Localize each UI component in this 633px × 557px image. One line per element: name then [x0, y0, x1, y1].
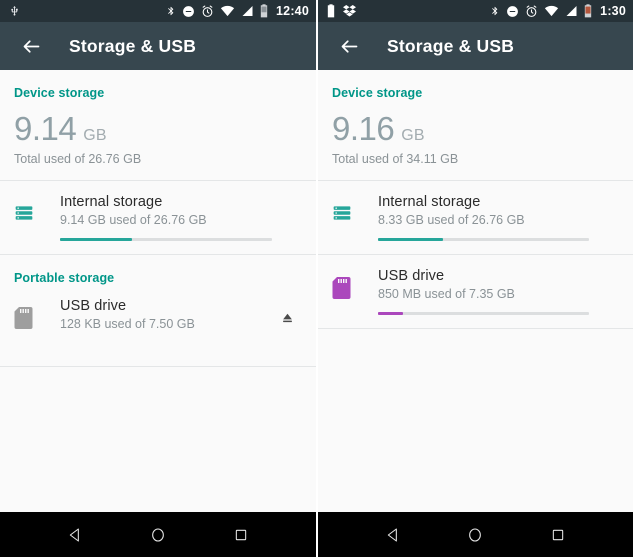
list-item-subtitle: 8.33 GB used of 26.76 GB: [378, 213, 525, 227]
list-item-title: USB drive: [378, 268, 445, 284]
list-item-title: Internal storage: [378, 194, 481, 210]
recents-square-icon: [235, 529, 246, 540]
battery-icon: [260, 4, 268, 18]
list-item-subtitle: 9.14 GB used of 26.76 GB: [60, 213, 207, 227]
battery-icon: [584, 4, 592, 18]
phone-screen-left: 12:40 Storage & USB Device storage 9.14 …: [0, 0, 316, 557]
sd-card-icon: [14, 307, 33, 329]
storage-used-unit: GB: [83, 127, 107, 144]
row-icon-wrap: [14, 194, 42, 223]
device-storage-header: Device storage: [14, 86, 105, 100]
signal-icon: [566, 6, 577, 16]
wifi-icon: [220, 5, 235, 17]
nav-back-button[interactable]: [55, 515, 95, 555]
phone-screen-right: 1:30 Storage & USB Device storage 9.16 G…: [316, 0, 633, 557]
wifi-icon: [545, 5, 559, 17]
storage-progress-bar: [378, 312, 589, 315]
status-bar-clock: 12:40: [276, 4, 309, 18]
alarm-icon: [202, 5, 213, 17]
nav-home-button[interactable]: [455, 515, 495, 555]
row-body: Internal storage 8.33 GB used of 26.76 G…: [360, 194, 589, 241]
list-divider: [318, 328, 633, 329]
eject-icon: [282, 313, 292, 323]
back-button[interactable]: [332, 29, 366, 63]
row-body: USB drive 850 MB used of 7.35 GB: [360, 268, 589, 315]
alarm-icon: [526, 5, 537, 17]
row-icon-wrap: [332, 268, 360, 299]
storage-used-unit: GB: [401, 127, 425, 144]
content-area-right: Device storage 9.16 GB Total used of 34.…: [318, 70, 633, 512]
usb-icon: [11, 5, 18, 16]
recents-square-icon: [552, 529, 564, 540]
dual-screenshot-container: 12:40 Storage & USB Device storage 9.14 …: [0, 0, 633, 557]
list-divider: [0, 366, 316, 367]
row-action-empty: [272, 194, 302, 206]
storage-progress-fill: [378, 312, 404, 315]
device-storage-summary: 9.16 GB Total used of 34.11 GB: [318, 100, 633, 166]
sd-card-icon: [332, 277, 351, 299]
app-bar-right: Storage & USB: [318, 22, 633, 70]
dropbox-icon: [343, 5, 356, 17]
storage-total-subtitle: Total used of 34.11 GB: [332, 152, 459, 166]
storage-used-value: 9.14: [14, 110, 77, 147]
back-arrow-icon: [23, 39, 39, 53]
storage-progress-fill: [60, 238, 133, 241]
back-button[interactable]: [14, 29, 48, 63]
internal-storage-icon: [333, 206, 351, 220]
back-arrow-icon: [341, 39, 357, 53]
back-triangle-icon: [70, 527, 80, 542]
status-bar-left-icons: [9, 4, 20, 18]
storage-progress-bar: [60, 238, 272, 241]
signal-icon: [242, 6, 253, 16]
row-spacer: [0, 341, 316, 353]
battery-status-icon: [327, 4, 335, 18]
status-bar-left-icons-right: [327, 4, 356, 18]
page-title: Storage & USB: [387, 35, 515, 56]
internal-storage-icon: [15, 206, 33, 220]
row-icon-wrap: [332, 194, 360, 223]
do-not-disturb-icon: [183, 5, 194, 17]
list-item-subtitle: 850 MB used of 7.35 GB: [378, 287, 515, 301]
bluetooth-icon: [168, 6, 174, 16]
row-icon-wrap: [14, 298, 42, 329]
list-item-title: USB drive: [60, 298, 127, 314]
home-circle-icon: [469, 527, 482, 542]
back-triangle-icon: [387, 527, 398, 542]
list-item-subtitle: 128 KB used of 7.50 GB: [60, 317, 195, 331]
home-circle-icon: [152, 527, 164, 542]
row-body: Internal storage 9.14 GB used of 26.76 G…: [42, 194, 272, 241]
navigation-bar-left: [0, 512, 316, 557]
device-storage-header: Device storage: [332, 86, 423, 100]
app-bar-left: Storage & USB: [0, 22, 316, 70]
row-action-empty: [589, 194, 619, 206]
status-bar-right-icons-left: 12:40: [166, 4, 309, 18]
storage-used-value: 9.16: [332, 110, 395, 147]
list-item-internal-storage[interactable]: Internal storage 8.33 GB used of 26.76 G…: [318, 181, 633, 241]
nav-home-button[interactable]: [138, 515, 178, 555]
row-body: USB drive 128 KB used of 7.50 GB: [42, 298, 272, 331]
status-bar-left: 12:40: [0, 0, 316, 22]
status-bar-right: 1:30: [318, 0, 633, 22]
nav-recents-button[interactable]: [538, 515, 578, 555]
bluetooth-icon: [492, 6, 498, 16]
page-title: Storage & USB: [69, 35, 197, 56]
row-action-empty: [589, 268, 619, 280]
status-bar-right-icons-right: 1:30: [490, 4, 626, 18]
nav-recents-button[interactable]: [221, 515, 261, 555]
navigation-bar-right: [318, 512, 633, 557]
do-not-disturb-icon: [507, 5, 519, 17]
list-item-usb-drive[interactable]: USB drive 850 MB used of 7.35 GB: [318, 255, 633, 315]
storage-total-subtitle: Total used of 26.76 GB: [14, 152, 142, 166]
content-area-left: Device storage 9.14 GB Total used of 26.…: [0, 70, 316, 512]
list-item-title: Internal storage: [60, 194, 163, 210]
list-item-internal-storage[interactable]: Internal storage 9.14 GB used of 26.76 G…: [0, 181, 316, 241]
list-item-usb-drive[interactable]: USB drive 128 KB used of 7.50 GB: [0, 285, 316, 341]
storage-progress-fill: [378, 238, 444, 241]
eject-button[interactable]: [272, 298, 302, 325]
storage-progress-bar: [378, 238, 589, 241]
portable-storage-header: Portable storage: [14, 271, 115, 285]
nav-back-button[interactable]: [373, 515, 413, 555]
status-bar-clock: 1:30: [600, 4, 626, 18]
device-storage-summary: 9.14 GB Total used of 26.76 GB: [0, 100, 316, 166]
